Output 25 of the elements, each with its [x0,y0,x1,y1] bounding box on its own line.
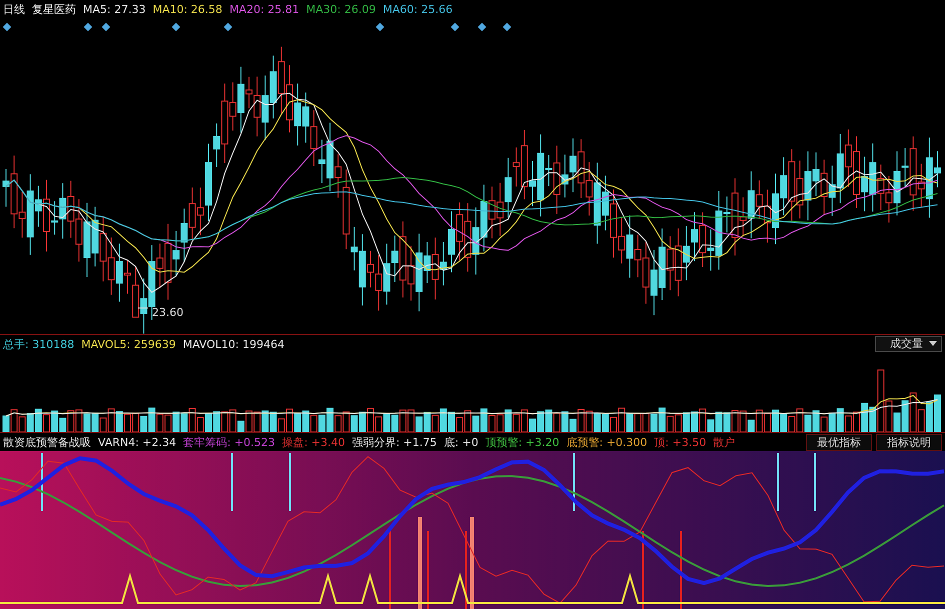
moving-average-reading: MA30: 26.09 [306,2,376,16]
moving-average-reading: MA60: 25.66 [382,2,453,16]
indicator-reading: 顶预警: +3.20 [485,434,560,450]
stock-name: 复星医药 [32,2,76,16]
indicator-reading: 强弱分界: +1.75 [352,434,437,450]
indicator-reading: 底预警: +0.300 [566,434,648,450]
indicator-reading: 操盘: +3.40 [282,434,345,450]
moving-average-reading: MA20: 25.81 [229,2,300,16]
indicator-button[interactable]: 最优指标 [806,434,872,450]
indicator-reading: 底: +0 [444,434,478,450]
low-price-label: 23.60 [152,306,184,319]
indicator-button[interactable]: 指标说明 [876,434,942,450]
moving-average-reading: MA5: 27.33 [83,2,146,16]
volume-reading: MAVOL5: 259639 [81,338,176,350]
indicator-reading: 套牢筹码: +0.523 [183,434,276,450]
caret-icon [929,341,937,346]
indicator-dropdown[interactable]: 成交量 [875,336,942,352]
indicator-reading: 顶: +3.50 [654,434,706,450]
period-label: 日线 [3,2,25,16]
volume-reading: MAVOL10: 199464 [182,338,284,350]
indicator-reading: 散户 [713,434,736,450]
indicator-reading: 散资底预警备战吸 [3,434,91,450]
volume-reading: 总手: 310188 [3,336,74,352]
moving-average-reading: MA10: 26.58 [152,2,222,16]
indicator-reading: VARN4: +2.34 [98,436,176,448]
